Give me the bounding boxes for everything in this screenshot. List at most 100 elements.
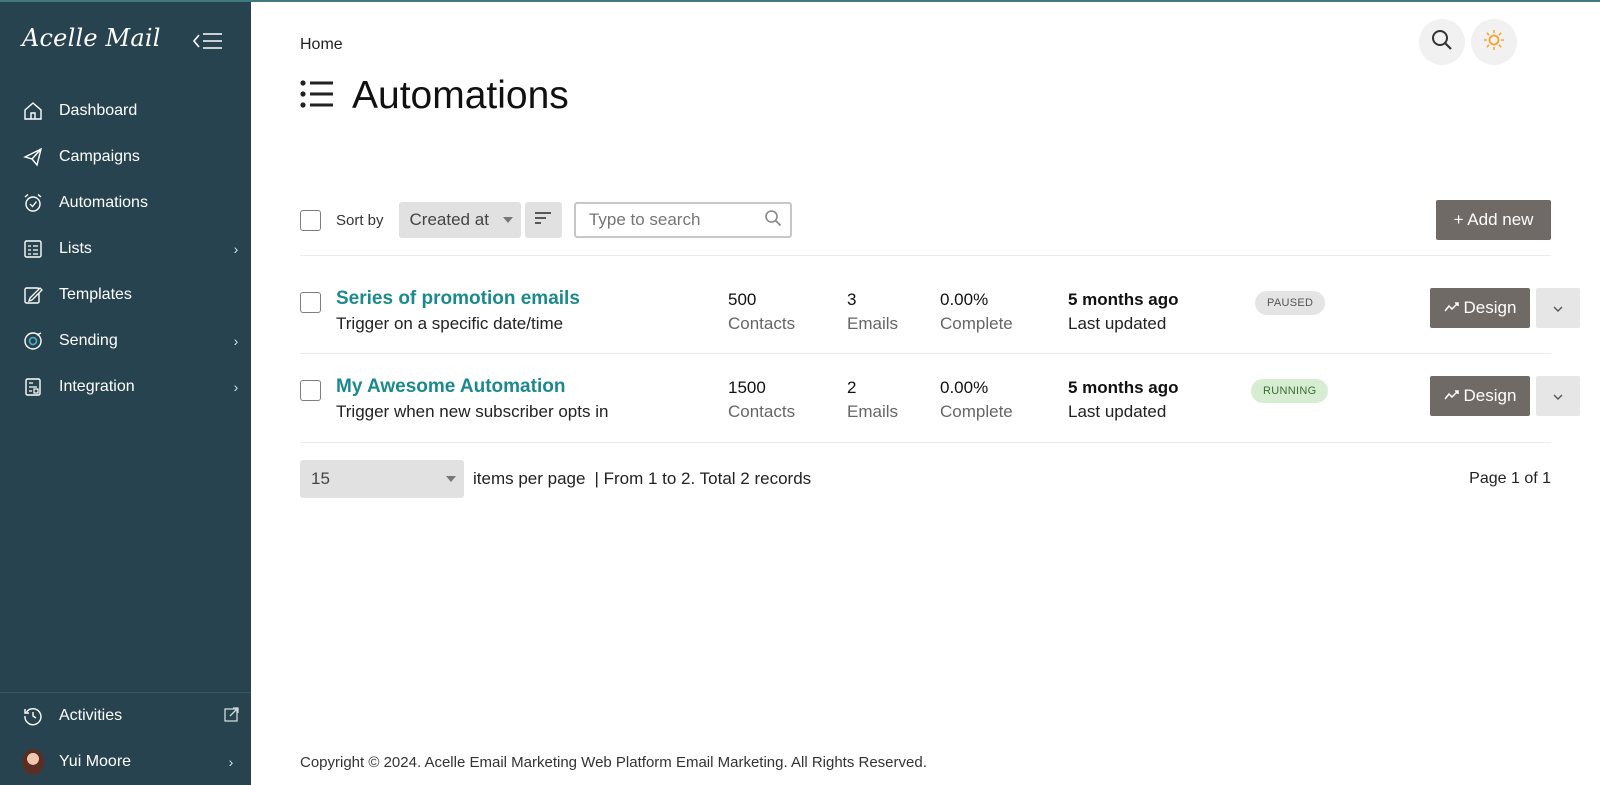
paper-plane-icon bbox=[22, 146, 44, 168]
sidebar-item-campaigns[interactable]: Campaigns bbox=[0, 134, 251, 180]
search-button[interactable] bbox=[1419, 19, 1465, 65]
complete-percent: 0.00% bbox=[940, 378, 989, 397]
updated-time: 5 months ago bbox=[1068, 378, 1179, 397]
updated-stat: 5 months ago Last updated bbox=[1068, 288, 1179, 336]
table-row: My Awesome Automation Trigger when new s… bbox=[300, 354, 1580, 442]
history-icon bbox=[22, 705, 44, 727]
sidebar-footer: Activities Yui Moore › bbox=[0, 692, 251, 785]
sort-direction-button[interactable] bbox=[524, 202, 562, 238]
user-name: Yui Moore bbox=[59, 753, 132, 770]
sidebar-nav: Dashboard Campaigns Automations Lists › … bbox=[0, 88, 251, 410]
sidebar-item-label: Automations bbox=[59, 194, 148, 211]
sidebar-item-label: Sending bbox=[59, 332, 118, 349]
complete-stat: 0.00% Complete bbox=[940, 288, 1013, 336]
sidebar: Acelle Mail Dashboard Campaigns Automati… bbox=[0, 2, 251, 785]
alarm-clock-icon bbox=[22, 192, 44, 214]
page-title: Automations bbox=[300, 74, 569, 118]
row-checkbox[interactable] bbox=[300, 292, 321, 313]
contacts-label: Contacts bbox=[728, 402, 796, 421]
list-icon bbox=[22, 238, 44, 260]
select-all-checkbox[interactable] bbox=[300, 209, 321, 231]
pagination: 15 items per page | From 1 to 2. Total 2… bbox=[300, 460, 1551, 498]
sidebar-item-label: Templates bbox=[59, 286, 132, 303]
sort-by-value: Created at bbox=[409, 210, 489, 229]
divider bbox=[300, 255, 1551, 256]
emails-label: Emails bbox=[847, 314, 899, 333]
complete-label: Complete bbox=[940, 314, 1013, 333]
template-icon bbox=[22, 284, 44, 306]
emails-stat: 3 Emails bbox=[847, 288, 898, 336]
emails-count: 3 bbox=[847, 290, 857, 309]
breadcrumb[interactable]: Home bbox=[300, 36, 343, 54]
design-label: Design bbox=[1463, 298, 1517, 317]
updated-time: 5 months ago bbox=[1068, 290, 1179, 309]
sidebar-item-automations[interactable]: Automations bbox=[0, 180, 251, 226]
complete-label: Complete bbox=[940, 402, 1013, 421]
chevron-right-icon: › bbox=[233, 333, 239, 349]
chevron-right-icon: › bbox=[233, 379, 239, 395]
row-actions-dropdown[interactable] bbox=[1536, 288, 1580, 328]
automation-trigger: Trigger when new subscriber opts in bbox=[336, 402, 609, 421]
chevron-right-icon: › bbox=[233, 241, 239, 257]
user-menu[interactable]: Yui Moore › bbox=[0, 739, 251, 785]
status-badge: PAUSED bbox=[1255, 291, 1326, 315]
emails-stat: 2 Emails bbox=[847, 376, 898, 424]
sun-icon bbox=[1483, 29, 1505, 56]
page-heading: Automations bbox=[352, 74, 569, 117]
search-input[interactable] bbox=[588, 210, 759, 230]
automation-trigger: Trigger on a specific date/time bbox=[336, 314, 564, 333]
sort-icon bbox=[534, 211, 552, 230]
sidebar-item-lists[interactable]: Lists › bbox=[0, 226, 251, 272]
chart-line-icon bbox=[1443, 386, 1460, 406]
divider bbox=[300, 442, 1551, 443]
add-new-button[interactable]: + Add new bbox=[1436, 200, 1551, 240]
sidebar-item-dashboard[interactable]: Dashboard bbox=[0, 88, 251, 134]
per-page-value: 15 bbox=[311, 469, 330, 488]
footer-copyright: Copyright © 2024. Acelle Email Marketing… bbox=[300, 754, 927, 771]
search-box[interactable] bbox=[573, 202, 792, 238]
row-checkbox[interactable] bbox=[300, 380, 321, 401]
per-page-label: items per page bbox=[473, 469, 586, 488]
sidebar-item-activities[interactable]: Activities bbox=[0, 693, 251, 739]
sidebar-item-sending[interactable]: Sending › bbox=[0, 318, 251, 364]
sidebar-item-label: Activities bbox=[59, 707, 123, 724]
sidebar-item-label: Campaigns bbox=[59, 148, 140, 165]
automation-name-link[interactable]: Series of promotion emails bbox=[336, 288, 580, 310]
sort-by-select[interactable]: Created at bbox=[398, 202, 521, 238]
updated-label: Last updated bbox=[1068, 314, 1167, 333]
app-logo[interactable]: Acelle Mail bbox=[22, 24, 161, 52]
list-icon bbox=[300, 79, 334, 114]
theme-toggle-button[interactable] bbox=[1471, 19, 1517, 65]
search-icon bbox=[1431, 29, 1453, 56]
design-label: Design bbox=[1463, 386, 1517, 405]
list-toolbar: Sort by Created at + Add new bbox=[300, 200, 1551, 240]
records-range: | From 1 to 2. Total 2 records bbox=[594, 469, 812, 488]
sidebar-item-label: Dashboard bbox=[59, 102, 138, 119]
sidebar-item-integration[interactable]: Integration › bbox=[0, 364, 251, 410]
home-icon bbox=[22, 100, 44, 122]
top-actions bbox=[1419, 19, 1517, 65]
complete-stat: 0.00% Complete bbox=[940, 376, 1013, 424]
contacts-label: Contacts bbox=[728, 314, 796, 333]
chart-line-icon bbox=[1443, 298, 1460, 318]
automation-name-link[interactable]: My Awesome Automation bbox=[336, 376, 565, 398]
design-button[interactable]: Design bbox=[1430, 376, 1530, 416]
collapse-sidebar-icon[interactable] bbox=[192, 29, 224, 53]
chevron-right-icon: › bbox=[228, 754, 234, 770]
page-info: Page 1 of 1 bbox=[1469, 470, 1551, 487]
external-link-icon[interactable] bbox=[211, 707, 251, 725]
avatar-wrapper bbox=[22, 749, 44, 775]
contacts-stat: 500 Contacts bbox=[728, 288, 795, 336]
contacts-stat: 1500 Contacts bbox=[728, 376, 795, 424]
sidebar-item-label: Lists bbox=[59, 240, 92, 257]
updated-label: Last updated bbox=[1068, 402, 1167, 421]
row-actions-dropdown[interactable] bbox=[1536, 376, 1580, 416]
chevron-down-icon bbox=[1553, 387, 1563, 405]
sidebar-item-templates[interactable]: Templates bbox=[0, 272, 251, 318]
contacts-count: 1500 bbox=[728, 378, 766, 397]
per-page-select[interactable]: 15 bbox=[300, 460, 464, 498]
design-button[interactable]: Design bbox=[1430, 288, 1530, 328]
avatar bbox=[22, 749, 44, 775]
emails-count: 2 bbox=[847, 378, 857, 397]
contacts-count: 500 bbox=[728, 290, 757, 309]
